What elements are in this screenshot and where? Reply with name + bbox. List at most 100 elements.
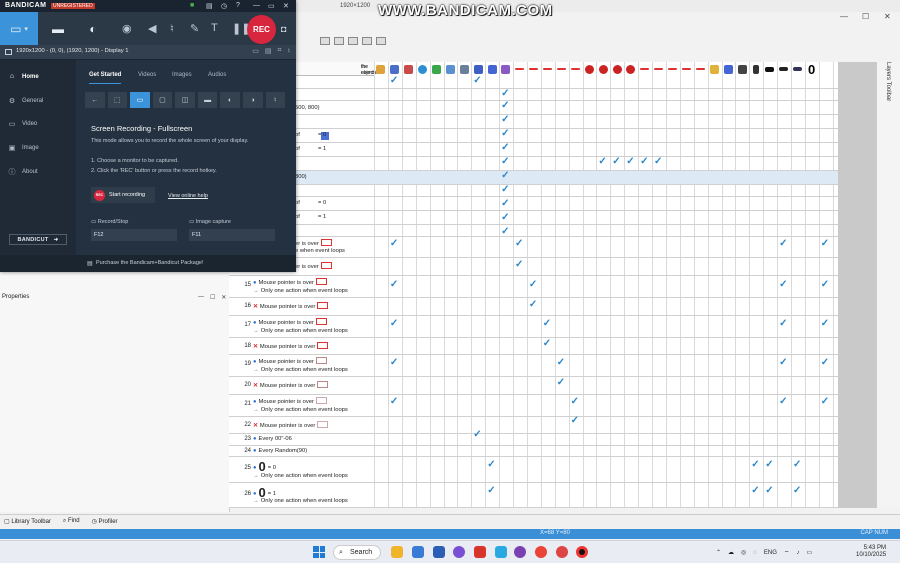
check-icon[interactable]: ✓ (557, 358, 565, 368)
table-row[interactable]: of = 1 (229, 143, 874, 157)
copilot-icon[interactable] (453, 546, 465, 558)
check-icon[interactable]: ✓ (390, 397, 398, 407)
table-row[interactable]: 16 ✕ Mouse pointer is over (229, 298, 874, 316)
object-icon[interactable] (624, 62, 638, 76)
check-icon[interactable]: ✓ (390, 280, 398, 290)
minimize-icon[interactable]: — (840, 12, 848, 21)
help-icon[interactable]: ? (236, 2, 240, 9)
sidebar-item-video[interactable]: ▭ Video (8, 120, 38, 128)
lock-icon[interactable]: ■ (190, 2, 194, 9)
app-icon[interactable] (514, 546, 526, 558)
webcam-off-icon[interactable]: ◉ (122, 22, 132, 35)
game-mode-button[interactable]: ◐ (78, 12, 108, 45)
tab-audios[interactable]: Audios (208, 72, 226, 78)
object-icon[interactable] (749, 62, 763, 76)
sidebar-item-about[interactable]: ⓘ About (8, 167, 38, 177)
volume-icon[interactable]: ♪ (797, 550, 800, 556)
check-icon[interactable]: ✓ (779, 239, 787, 249)
chrome-icon[interactable] (535, 546, 547, 558)
table-row[interactable]: er is over e when event loops (229, 237, 874, 258)
speaker-icon[interactable]: ◀ (148, 22, 156, 35)
check-icon[interactable]: ✓ (779, 319, 787, 329)
check-icon[interactable]: ✓ (571, 397, 579, 407)
object-icon[interactable] (680, 62, 694, 76)
check-icon[interactable]: ✓ (501, 89, 509, 99)
network-icon[interactable]: ◎ (741, 549, 746, 556)
check-icon[interactable]: ✓ (626, 157, 634, 167)
table-row[interactable]: 18 ✕ Mouse pointer is over (229, 338, 874, 355)
minimize-panel-icon[interactable]: — (198, 294, 204, 301)
clock[interactable]: 5:43 PM 10/10/2025 (856, 545, 886, 559)
object-icon[interactable] (541, 62, 555, 76)
check-icon[interactable]: ✓ (779, 358, 787, 368)
bandicut-button[interactable]: BANDICUT ➜ (9, 234, 67, 245)
check-icon[interactable]: ✓ (515, 239, 523, 249)
table-row[interactable]: 20 ✕ Mouse pointer is over (229, 377, 874, 395)
toolbar-button[interactable] (376, 37, 386, 45)
check-icon[interactable]: ✓ (793, 486, 801, 496)
object-icon[interactable] (582, 62, 596, 76)
screen-mode-button[interactable]: ▭ ▾ (0, 12, 38, 45)
wps-icon[interactable] (474, 546, 486, 558)
tab-videos[interactable]: Videos (138, 72, 156, 78)
mic-off-icon[interactable]: ♮ (170, 22, 174, 35)
rec-button[interactable]: REC (247, 15, 276, 44)
object-icon[interactable] (666, 62, 680, 76)
minimize-icon[interactable]: — (253, 2, 260, 9)
check-icon[interactable]: ✓ (501, 171, 509, 181)
maximize-icon[interactable]: ☐ (862, 12, 869, 21)
check-icon[interactable]: ✓ (487, 460, 495, 470)
object-icon[interactable] (596, 62, 610, 76)
cloud-icon[interactable]: ☁ (728, 549, 734, 556)
check-icon[interactable]: ✓ (821, 280, 829, 290)
tab-get-started[interactable]: Get Started (89, 72, 121, 78)
tab-find[interactable]: ⌕ Find (63, 518, 80, 525)
toolbar-button[interactable] (362, 37, 372, 45)
mail-icon[interactable] (412, 546, 424, 558)
check-icon[interactable]: ✓ (543, 339, 551, 349)
object-icon[interactable] (457, 62, 471, 76)
check-icon[interactable]: ✓ (821, 358, 829, 368)
table-row[interactable] (229, 185, 874, 197)
bandicam-taskbar-icon[interactable] (576, 546, 588, 558)
check-icon[interactable]: ✓ (821, 239, 829, 249)
restore-panel-icon[interactable]: ☐ (210, 294, 215, 301)
table-row[interactable]: er is over (229, 258, 874, 276)
object-icon[interactable] (485, 62, 499, 76)
table-row[interactable] (229, 89, 874, 101)
object-icon[interactable] (707, 62, 721, 76)
check-icon[interactable]: ✓ (501, 185, 509, 195)
sidebar-item-general[interactable]: ⚙ General (8, 97, 44, 105)
check-icon[interactable]: ✓ (501, 115, 509, 125)
check-icon[interactable]: ✓ (390, 319, 398, 329)
check-icon[interactable]: ✓ (501, 213, 509, 223)
check-icon[interactable]: ✓ (529, 280, 537, 290)
object-icon[interactable] (555, 62, 569, 76)
crop-icon[interactable]: ⌗ (278, 47, 282, 55)
object-icon[interactable] (374, 62, 388, 76)
device-mode-button[interactable]: ▬ (40, 12, 76, 45)
taskbar-search[interactable]: ⌕ Search (333, 545, 381, 560)
object-icon[interactable] (388, 62, 402, 76)
record-stop-hotkey-field[interactable]: F12 (91, 229, 177, 241)
object-icon[interactable] (499, 62, 513, 76)
device-mode-icon[interactable]: ▬ (197, 92, 218, 108)
image-capture-hotkey-field[interactable]: F11 (189, 229, 275, 241)
check-icon[interactable]: ✓ (390, 358, 398, 368)
around-mouse-icon[interactable]: ◫ (175, 92, 195, 108)
object-icon[interactable] (777, 62, 791, 76)
check-icon[interactable]: ✓ (501, 143, 509, 153)
close-icon[interactable]: ✕ (283, 2, 289, 10)
text-icon[interactable]: T (211, 22, 218, 34)
object-icon[interactable] (568, 62, 582, 76)
table-row[interactable]: 15 ● Mouse pointer is over → Only one acti… (229, 276, 874, 298)
toolbar-button[interactable] (320, 37, 330, 45)
folder-icon[interactable]: ▤ (265, 47, 272, 55)
check-icon[interactable]: ✓ (765, 460, 773, 470)
table-row[interactable]: 22 ✕ Mouse pointer is over (229, 417, 874, 434)
audio-only-icon[interactable]: ♮ (265, 92, 286, 108)
check-icon[interactable]: ✓ (487, 486, 495, 496)
toolbar-button[interactable] (348, 37, 358, 45)
check-icon[interactable]: ✓ (501, 227, 509, 237)
object-icon[interactable] (791, 62, 805, 76)
